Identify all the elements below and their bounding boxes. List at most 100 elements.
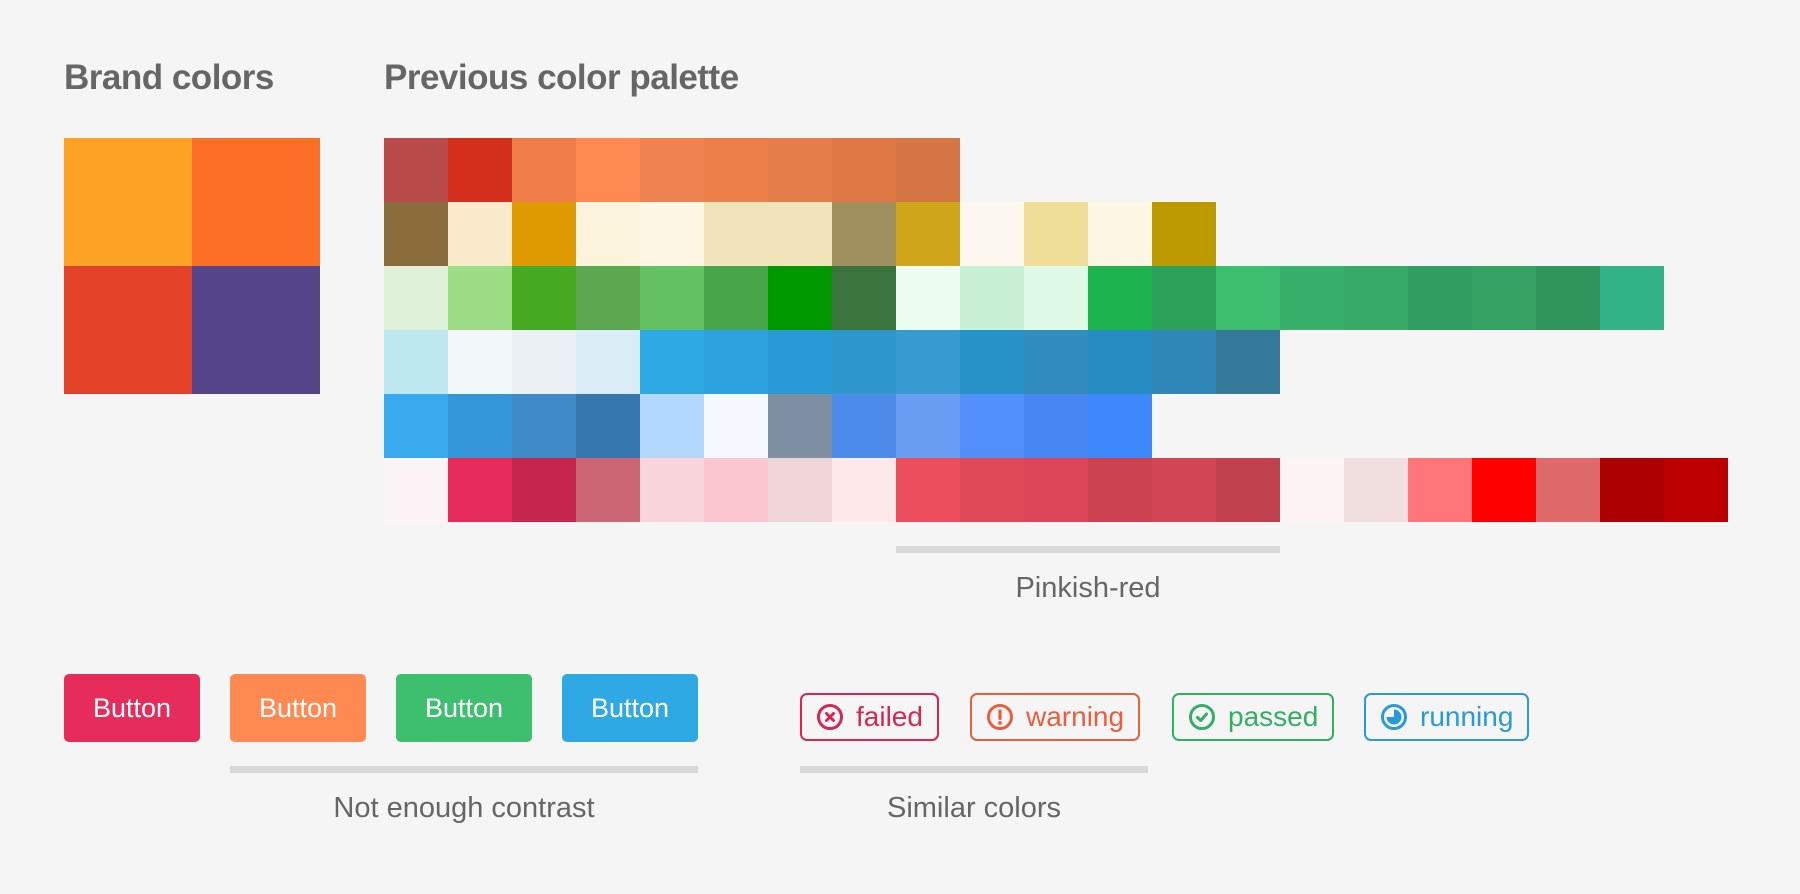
sample-button-pink[interactable]: Button (64, 674, 200, 742)
palette-swatch (832, 330, 896, 394)
palette-swatch (448, 138, 512, 202)
palette-swatch (1344, 458, 1408, 522)
brand-swatch (64, 138, 192, 266)
palette-swatch (1216, 458, 1280, 522)
palette-swatch (832, 202, 896, 266)
palette-swatch (576, 458, 640, 522)
palette-swatch (960, 266, 1024, 330)
palette-swatch (640, 138, 704, 202)
palette-swatch (1600, 458, 1664, 522)
palette-swatch (896, 394, 960, 458)
exclamation-circle-icon (987, 704, 1013, 730)
palette-swatch (512, 394, 576, 458)
status-badge-passed: passed (1172, 693, 1335, 741)
palette-swatch (832, 394, 896, 458)
palette-row (384, 266, 1728, 330)
palette-row (384, 458, 1728, 522)
palette-swatch (384, 458, 448, 522)
palette-swatch (832, 138, 896, 202)
previous-color-palette (384, 138, 1728, 522)
sample-button-blue[interactable]: Button (562, 674, 698, 742)
palette-swatch (448, 394, 512, 458)
palette-swatch (704, 330, 768, 394)
palette-swatch (448, 202, 512, 266)
palette-row (384, 138, 1728, 202)
palette-swatch (640, 266, 704, 330)
badge-label: passed (1228, 701, 1319, 732)
status-badge-failed: failed (800, 693, 939, 741)
running-circle-icon (1381, 704, 1407, 730)
palette-swatch (448, 330, 512, 394)
palette-swatch (384, 330, 448, 394)
palette-swatch (768, 202, 832, 266)
palette-swatch (704, 394, 768, 458)
contrast-caption: Not enough contrast (333, 792, 595, 824)
palette-swatch (576, 266, 640, 330)
palette-swatch (512, 266, 576, 330)
palette-swatch (1088, 266, 1152, 330)
palette-swatch (448, 458, 512, 522)
palette-swatch (576, 202, 640, 266)
palette-swatch (640, 394, 704, 458)
palette-swatch (640, 202, 704, 266)
palette-swatch (1088, 202, 1152, 266)
palette-row (384, 202, 1728, 266)
palette-swatch (896, 330, 960, 394)
palette-swatch (512, 458, 576, 522)
similar-colors-bracket (800, 766, 1148, 773)
palette-swatch (704, 266, 768, 330)
palette-swatch (704, 138, 768, 202)
palette-swatch (960, 394, 1024, 458)
palette-swatch (1280, 266, 1344, 330)
palette-swatch (1024, 458, 1088, 522)
palette-swatch (896, 266, 960, 330)
palette-swatch (768, 458, 832, 522)
badge-label: warning (1026, 701, 1125, 732)
palette-swatch (576, 138, 640, 202)
contrast-bracket (230, 766, 698, 773)
badge-label: failed (856, 701, 923, 732)
palette-swatch (512, 138, 576, 202)
palette-swatch (704, 458, 768, 522)
sample-button-green[interactable]: Button (396, 674, 532, 742)
palette-swatch (768, 266, 832, 330)
pinkish-red-bracket (896, 546, 1280, 553)
palette-swatch (768, 330, 832, 394)
palette-swatch (1280, 458, 1344, 522)
badge-label: running (1420, 701, 1514, 732)
palette-swatch (960, 202, 1024, 266)
palette-swatch (1216, 330, 1280, 394)
palette-swatch (1600, 266, 1664, 330)
sample-button-orange[interactable]: Button (230, 674, 366, 742)
palette-swatch (384, 266, 448, 330)
palette-swatch (1088, 394, 1152, 458)
palette-swatch (896, 202, 960, 266)
palette-swatch (1536, 458, 1600, 522)
palette-swatch (640, 458, 704, 522)
palette-swatch (1088, 330, 1152, 394)
palette-row (384, 330, 1728, 394)
brand-swatch (192, 266, 320, 394)
status-badge-running: running (1364, 693, 1530, 741)
brand-color-grid (64, 138, 320, 394)
palette-row (384, 394, 1728, 458)
palette-swatch (512, 202, 576, 266)
palette-swatch (1152, 266, 1216, 330)
palette-swatch (896, 138, 960, 202)
palette-swatch (1408, 458, 1472, 522)
palette-swatch (1152, 458, 1216, 522)
status-badge-warning: warning (970, 693, 1141, 741)
palette-swatch (1536, 266, 1600, 330)
palette-swatch (1344, 266, 1408, 330)
palette-swatch (1472, 266, 1536, 330)
similar-colors-caption: Similar colors (886, 792, 1062, 824)
palette-swatch (896, 458, 960, 522)
palette-swatch (832, 266, 896, 330)
brand-swatch (192, 138, 320, 266)
palette-swatch (384, 138, 448, 202)
palette-swatch (704, 202, 768, 266)
palette-swatch (832, 458, 896, 522)
pinkish-red-caption: Pinkish-red (1015, 572, 1161, 604)
palette-swatch (1024, 266, 1088, 330)
palette-swatch (640, 330, 704, 394)
